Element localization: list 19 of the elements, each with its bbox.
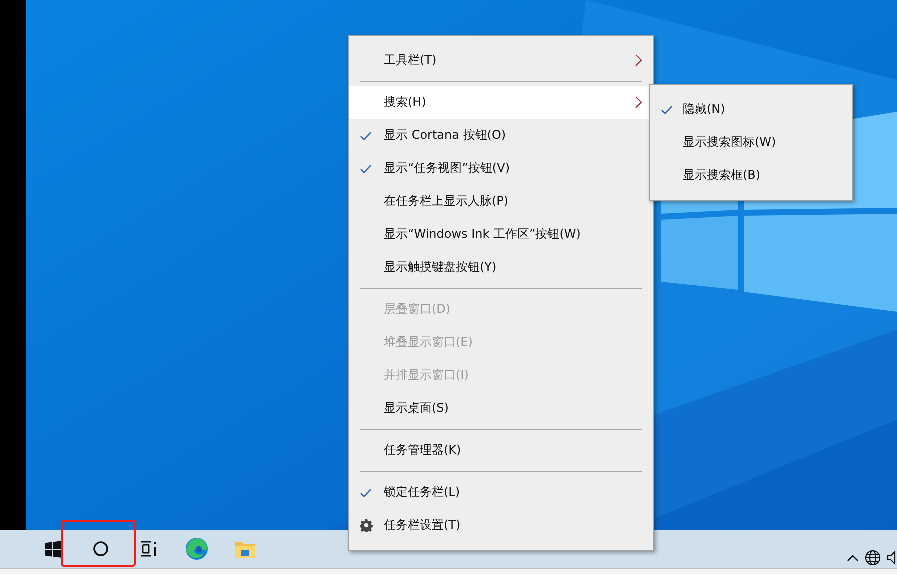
menu-item[interactable]: 显示 Cortana 按钮(O): [349, 119, 653, 152]
menu-item[interactable]: 任务栏设置(T): [349, 509, 653, 542]
menu-item[interactable]: 显示搜索图标(W): [650, 126, 852, 159]
gear-icon: [360, 519, 373, 532]
menu-item[interactable]: 工具栏(T): [349, 44, 653, 77]
globe-icon[interactable]: [865, 550, 881, 566]
menu-item[interactable]: 锁定任务栏(L): [349, 476, 653, 509]
menu-item[interactable]: 隐藏(N): [650, 93, 852, 126]
speaker-icon[interactable]: [887, 551, 897, 565]
menu-item[interactable]: 显示搜索框(B): [650, 159, 852, 192]
menu-item[interactable]: 显示桌面(S): [349, 392, 653, 425]
chevron-up-icon[interactable]: [847, 554, 859, 562]
chevron-right-icon: [635, 54, 643, 67]
menu-item[interactable]: 任务管理器(K): [349, 434, 653, 467]
chevron-right-icon: [635, 96, 643, 109]
menu-item[interactable]: 在任务栏上显示人脉(P): [349, 185, 653, 218]
menu-item[interactable]: 显示“任务视图”按钮(V): [349, 152, 653, 185]
menu-item[interactable]: 显示触摸键盘按钮(Y): [349, 251, 653, 284]
menu-item[interactable]: 显示“Windows Ink 工作区”按钮(W): [349, 218, 653, 251]
